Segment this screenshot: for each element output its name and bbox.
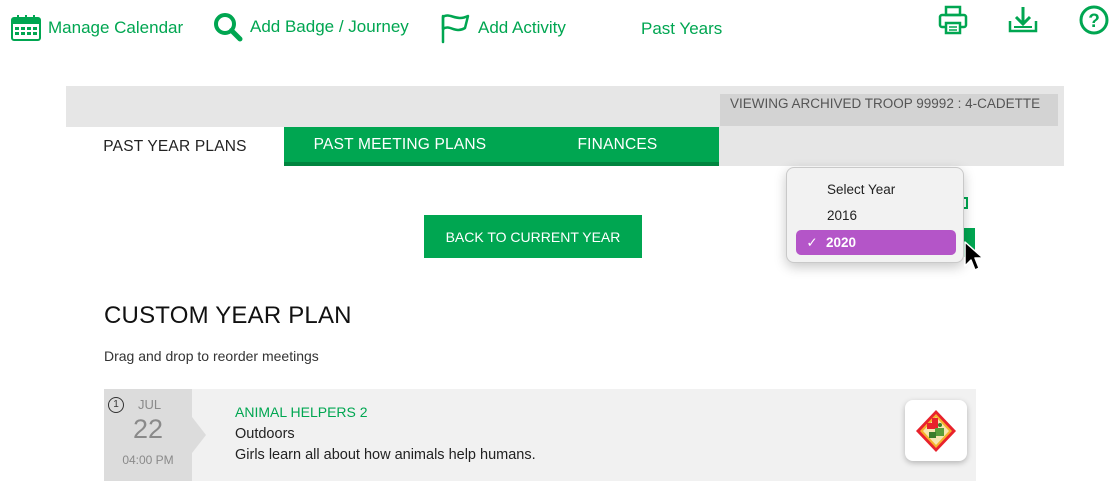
meeting-day: 22 <box>132 414 164 444</box>
year-select-dropdown[interactable]: Select Year 2016 ✓ 2020 <box>786 167 964 263</box>
reorder-instructions: Drag and drop to reorder meetings <box>104 348 319 364</box>
meeting-month: JUL <box>138 397 162 412</box>
help-icon: ? <box>1079 5 1109 35</box>
download-button[interactable] <box>1007 5 1039 40</box>
meeting-item[interactable]: 1 JUL 22 04:00 PM ANIMAL HELPERS 2 Outdo… <box>104 389 976 481</box>
meeting-title-link[interactable]: ANIMAL HELPERS 2 <box>235 404 368 420</box>
download-icon <box>1008 7 1038 33</box>
page-title: CUSTOM YEAR PLAN <box>104 302 352 329</box>
meeting-description: Girls learn all about how animals help h… <box>235 447 536 463</box>
past-years-label: Past Years <box>641 19 723 38</box>
add-activity-label: Add Activity <box>478 18 566 37</box>
add-badge-journey-label: Add Badge / Journey <box>250 17 409 36</box>
tab-past-year-plans[interactable]: PAST YEAR PLANS <box>66 127 284 166</box>
year-option-2016[interactable]: 2016 <box>827 208 857 223</box>
flag-icon <box>441 14 470 44</box>
add-badge-journey-link[interactable]: Add Badge / Journey <box>212 12 409 42</box>
mouse-pointer-icon <box>964 241 984 271</box>
back-to-current-year-button[interactable]: BACK TO CURRENT YEAR <box>424 215 642 258</box>
print-button[interactable] <box>937 4 969 41</box>
checkmark-icon: ✓ <box>806 234 818 250</box>
meeting-badge <box>905 400 967 461</box>
manage-calendar-label: Manage Calendar <box>48 18 184 37</box>
archived-troop-banner: VIEWING ARCHIVED TROOP 99992 : 4-CADETTE <box>720 94 1058 126</box>
help-button[interactable]: ? <box>1078 3 1110 42</box>
cadette-badge-icon <box>916 409 956 452</box>
tab-past-meeting-plans[interactable]: PAST MEETING PLANS <box>284 127 516 166</box>
meeting-category: Outdoors <box>235 426 295 442</box>
print-icon <box>938 5 968 35</box>
meeting-time: 04:00 PM <box>122 453 174 467</box>
date-arrow <box>192 417 206 453</box>
past-years-link[interactable]: Past Years <box>641 19 722 39</box>
year-option-2020-label: 2020 <box>826 235 857 250</box>
calendar-icon <box>11 15 41 41</box>
meeting-number: 1 <box>108 397 124 413</box>
tab-finances[interactable]: FINANCES <box>516 127 719 166</box>
manage-calendar-link[interactable]: Manage Calendar <box>10 14 183 42</box>
meeting-date-block: 1 JUL 22 04:00 PM <box>104 389 192 481</box>
svg-text:?: ? <box>1088 11 1100 32</box>
year-option-2020-selected[interactable]: ✓ 2020 <box>796 230 956 255</box>
add-activity-link[interactable]: Add Activity <box>438 12 566 44</box>
year-option-select-year[interactable]: Select Year <box>827 182 895 197</box>
search-icon <box>214 13 243 42</box>
